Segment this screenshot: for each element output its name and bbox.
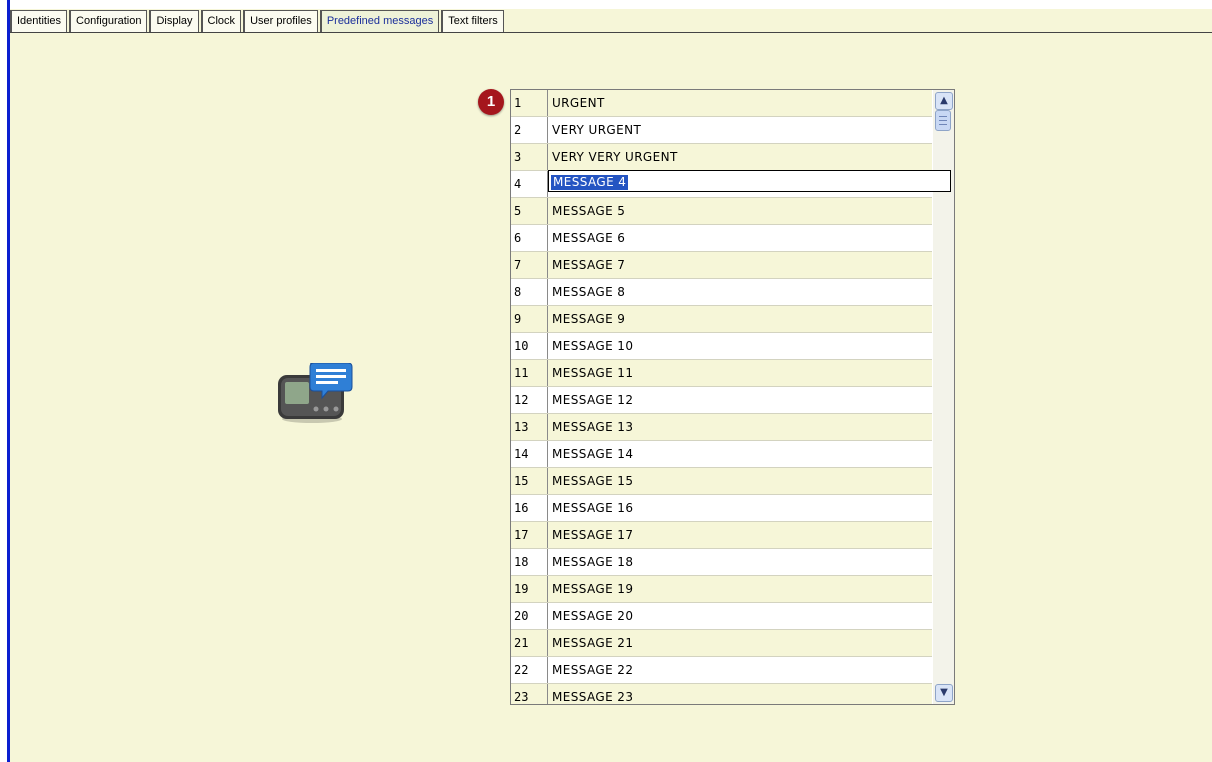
tab-identities[interactable]: Identities [10,10,68,32]
row-number: 23 [511,684,548,704]
message-edit-field[interactable]: MESSAGE 4 [548,170,951,192]
message-text[interactable]: MESSAGE 23 [549,684,932,704]
tab-display[interactable]: Display [149,10,199,32]
tab-clock[interactable]: Clock [200,10,242,32]
row-number: 1 [511,90,548,116]
message-row[interactable]: 2 VERY URGENT [511,117,932,144]
row-number: 8 [511,279,548,305]
message-row[interactable]: 6 MESSAGE 6 [511,225,932,252]
message-row[interactable]: 18 MESSAGE 18 [511,549,932,576]
message-text[interactable]: MESSAGE 9 [549,306,932,332]
message-row[interactable]: 3 VERY VERY URGENT [511,144,932,171]
message-text[interactable]: MESSAGE 21 [549,630,932,656]
callout-badge: 1 [478,89,504,115]
message-row[interactable]: 5 MESSAGE 5 [511,198,932,225]
row-number: 10 [511,333,548,359]
message-row[interactable]: 9 MESSAGE 9 [511,306,932,333]
row-number: 20 [511,603,548,629]
message-text[interactable]: MESSAGE 6 [549,225,932,251]
message-text[interactable]: MESSAGE 20 [549,603,932,629]
row-number: 22 [511,657,548,683]
row-number: 12 [511,387,548,413]
message-text[interactable]: MESSAGE 22 [549,657,932,683]
message-text[interactable]: MESSAGE 13 [549,414,932,440]
message-row[interactable]: 15 MESSAGE 15 [511,468,932,495]
row-number: 9 [511,306,548,332]
scrollbar-thumb[interactable] [935,110,951,131]
message-text[interactable]: MESSAGE 19 [549,576,932,602]
row-number: 19 [511,576,548,602]
message-text[interactable]: MESSAGE 5 [549,198,932,224]
tab-configuration[interactable]: Configuration [69,10,148,32]
message-text[interactable]: MESSAGE 12 [549,387,932,413]
message-text[interactable]: MESSAGE 7 [549,252,932,278]
tab-user-profiles[interactable]: User profiles [243,10,318,32]
message-row[interactable]: 10 MESSAGE 10 [511,333,932,360]
message-row[interactable]: 17 MESSAGE 17 [511,522,932,549]
message-text[interactable]: MESSAGE 10 [549,333,932,359]
message-row[interactable]: 19 MESSAGE 19 [511,576,932,603]
row-number: 6 [511,225,548,251]
arrow-down-icon[interactable]: ▼ [935,684,953,702]
message-row[interactable]: 14 MESSAGE 14 [511,441,932,468]
message-row[interactable]: 11 MESSAGE 11 [511,360,932,387]
message-row[interactable]: 12 MESSAGE 12 [511,387,932,414]
tab-predefined-messages[interactable]: Predefined messages [319,10,440,33]
message-text[interactable]: MESSAGE 14 [549,441,932,467]
message-text[interactable]: MESSAGE 15 [549,468,932,494]
message-row[interactable]: 16 MESSAGE 16 [511,495,932,522]
message-row[interactable]: 13 MESSAGE 13 [511,414,932,441]
message-text[interactable]: MESSAGE 16 [549,495,932,521]
selected-text[interactable]: MESSAGE 4 [551,175,629,190]
message-row[interactable]: 20 MESSAGE 20 [511,603,932,630]
row-number: 13 [511,414,548,440]
pager-message-icon [278,363,353,423]
arrow-up-icon[interactable]: ▲ [935,92,953,110]
message-text[interactable]: MESSAGE 17 [549,522,932,548]
row-number: 16 [511,495,548,521]
row-number: 15 [511,468,548,494]
row-number: 11 [511,360,548,386]
row-number: 21 [511,630,548,656]
row-number: 14 [511,441,548,467]
message-text[interactable]: MESSAGE 18 [549,549,932,575]
tab-text-filters[interactable]: Text filters [441,10,504,32]
row-number: 18 [511,549,548,575]
message-text[interactable]: VERY URGENT [549,117,932,143]
message-text[interactable]: MESSAGE 8 [549,279,932,305]
row-number: 17 [511,522,548,548]
row-number: 2 [511,117,548,143]
row-number: 4 [511,171,548,197]
tab-bar: Identities Configuration Display Clock U… [10,10,506,33]
message-row[interactable]: 1 URGENT [511,90,932,117]
message-row[interactable]: 7 MESSAGE 7 [511,252,932,279]
row-number: 3 [511,144,548,170]
message-row[interactable]: 21 MESSAGE 21 [511,630,932,657]
message-row[interactable]: 23 MESSAGE 23 [511,684,932,704]
message-row[interactable]: 8 MESSAGE 8 [511,279,932,306]
row-number: 5 [511,198,548,224]
message-text[interactable]: URGENT [549,90,932,116]
row-number: 7 [511,252,548,278]
message-row[interactable]: 22 MESSAGE 22 [511,657,932,684]
message-text[interactable]: MESSAGE 11 [549,360,932,386]
predefined-messages-grid[interactable]: 1 URGENT 2 VERY URGENT 3 VERY VERY URGENT 4 5 ME… [510,89,955,705]
message-text[interactable]: VERY VERY URGENT [549,144,932,170]
